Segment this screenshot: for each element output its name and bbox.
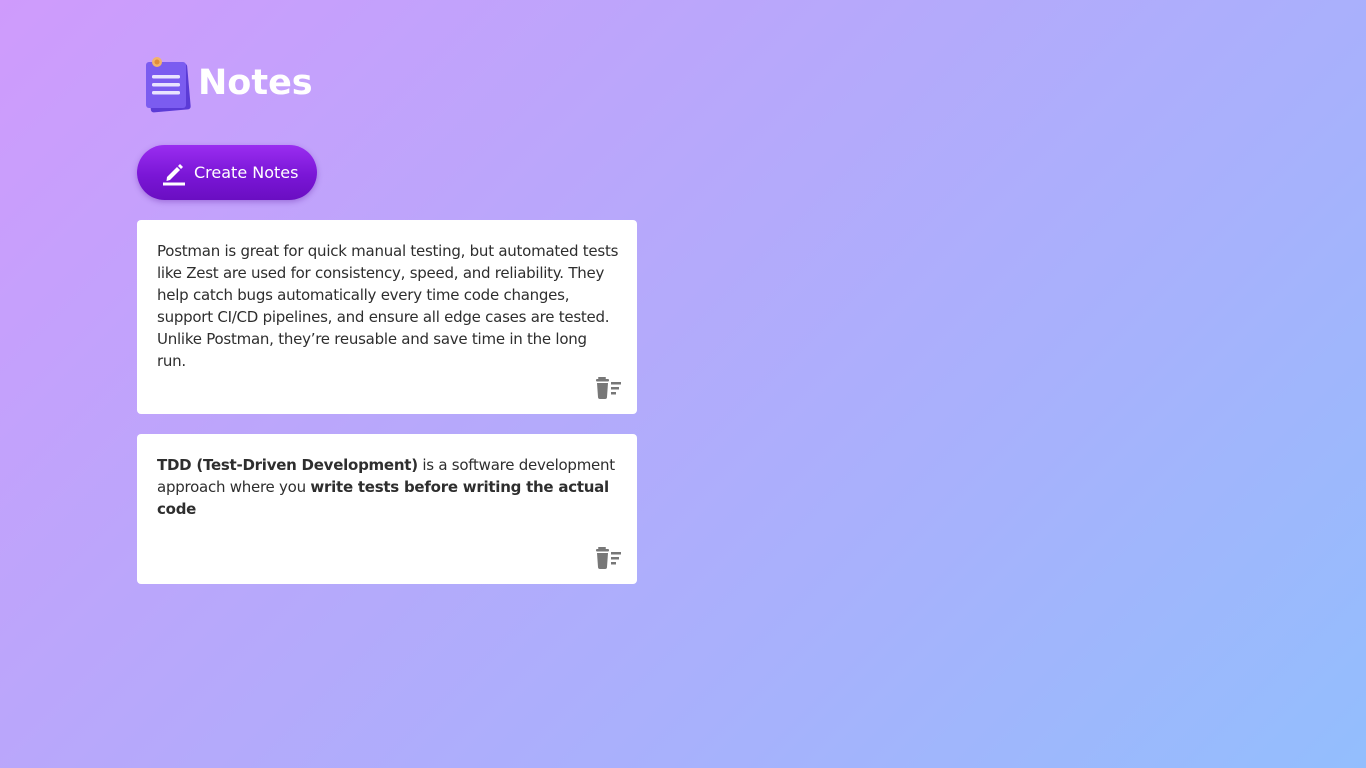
header: Notes	[137, 50, 637, 118]
note-text[interactable]: TDD (Test-Driven Development) is a softw…	[157, 454, 619, 520]
create-notes-label: Create Notes	[194, 163, 299, 182]
note-text-bold: TDD (Test-Driven Development)	[157, 456, 418, 474]
note-text[interactable]: Postman is great for quick manual testin…	[157, 240, 619, 372]
create-notes-button[interactable]: Create Notes	[137, 145, 317, 200]
delete-icon[interactable]	[595, 546, 623, 570]
notepad-icon	[140, 53, 194, 115]
notes-app: Notes Create Notes Postman is great for …	[137, 50, 637, 584]
note-card: Postman is great for quick manual testin…	[137, 220, 637, 414]
pencil-icon	[161, 160, 187, 186]
delete-icon[interactable]	[595, 376, 623, 400]
note-text-segment: Postman is great for quick manual testin…	[157, 242, 619, 370]
page-title: Notes	[198, 63, 313, 103]
note-card: TDD (Test-Driven Development) is a softw…	[137, 434, 637, 584]
